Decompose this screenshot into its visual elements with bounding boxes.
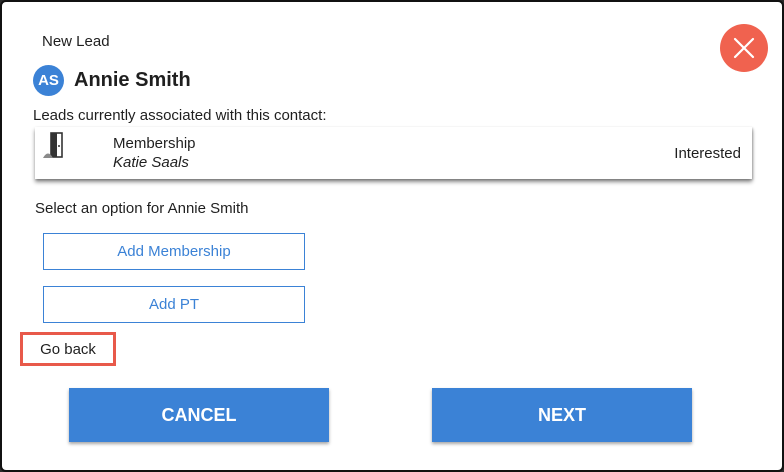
close-x-icon bbox=[733, 37, 755, 59]
close-button[interactable] bbox=[720, 24, 768, 72]
contact-name: Annie Smith bbox=[74, 69, 191, 91]
contact-header: AS Annie Smith bbox=[33, 65, 191, 96]
leads-label: Leads currently associated with this con… bbox=[33, 107, 327, 124]
lead-status: Interested bbox=[674, 145, 741, 162]
avatar: AS bbox=[33, 65, 64, 96]
cancel-button[interactable]: CANCEL bbox=[69, 388, 329, 442]
add-membership-button[interactable]: Add Membership bbox=[43, 233, 305, 270]
dialog-title: New Lead bbox=[42, 33, 110, 50]
membership-door-icon bbox=[43, 132, 63, 158]
lead-owner: Katie Saals bbox=[113, 154, 189, 171]
add-pt-button[interactable]: Add PT bbox=[43, 286, 305, 323]
new-lead-dialog: New Lead AS Annie Smith Leads currently … bbox=[0, 0, 784, 472]
select-option-label: Select an option for Annie Smith bbox=[35, 200, 249, 217]
go-back-button[interactable]: Go back bbox=[20, 332, 116, 366]
lead-card[interactable]: Membership Katie Saals Interested bbox=[35, 127, 752, 179]
lead-type: Membership bbox=[113, 135, 196, 152]
next-button[interactable]: NEXT bbox=[432, 388, 692, 442]
